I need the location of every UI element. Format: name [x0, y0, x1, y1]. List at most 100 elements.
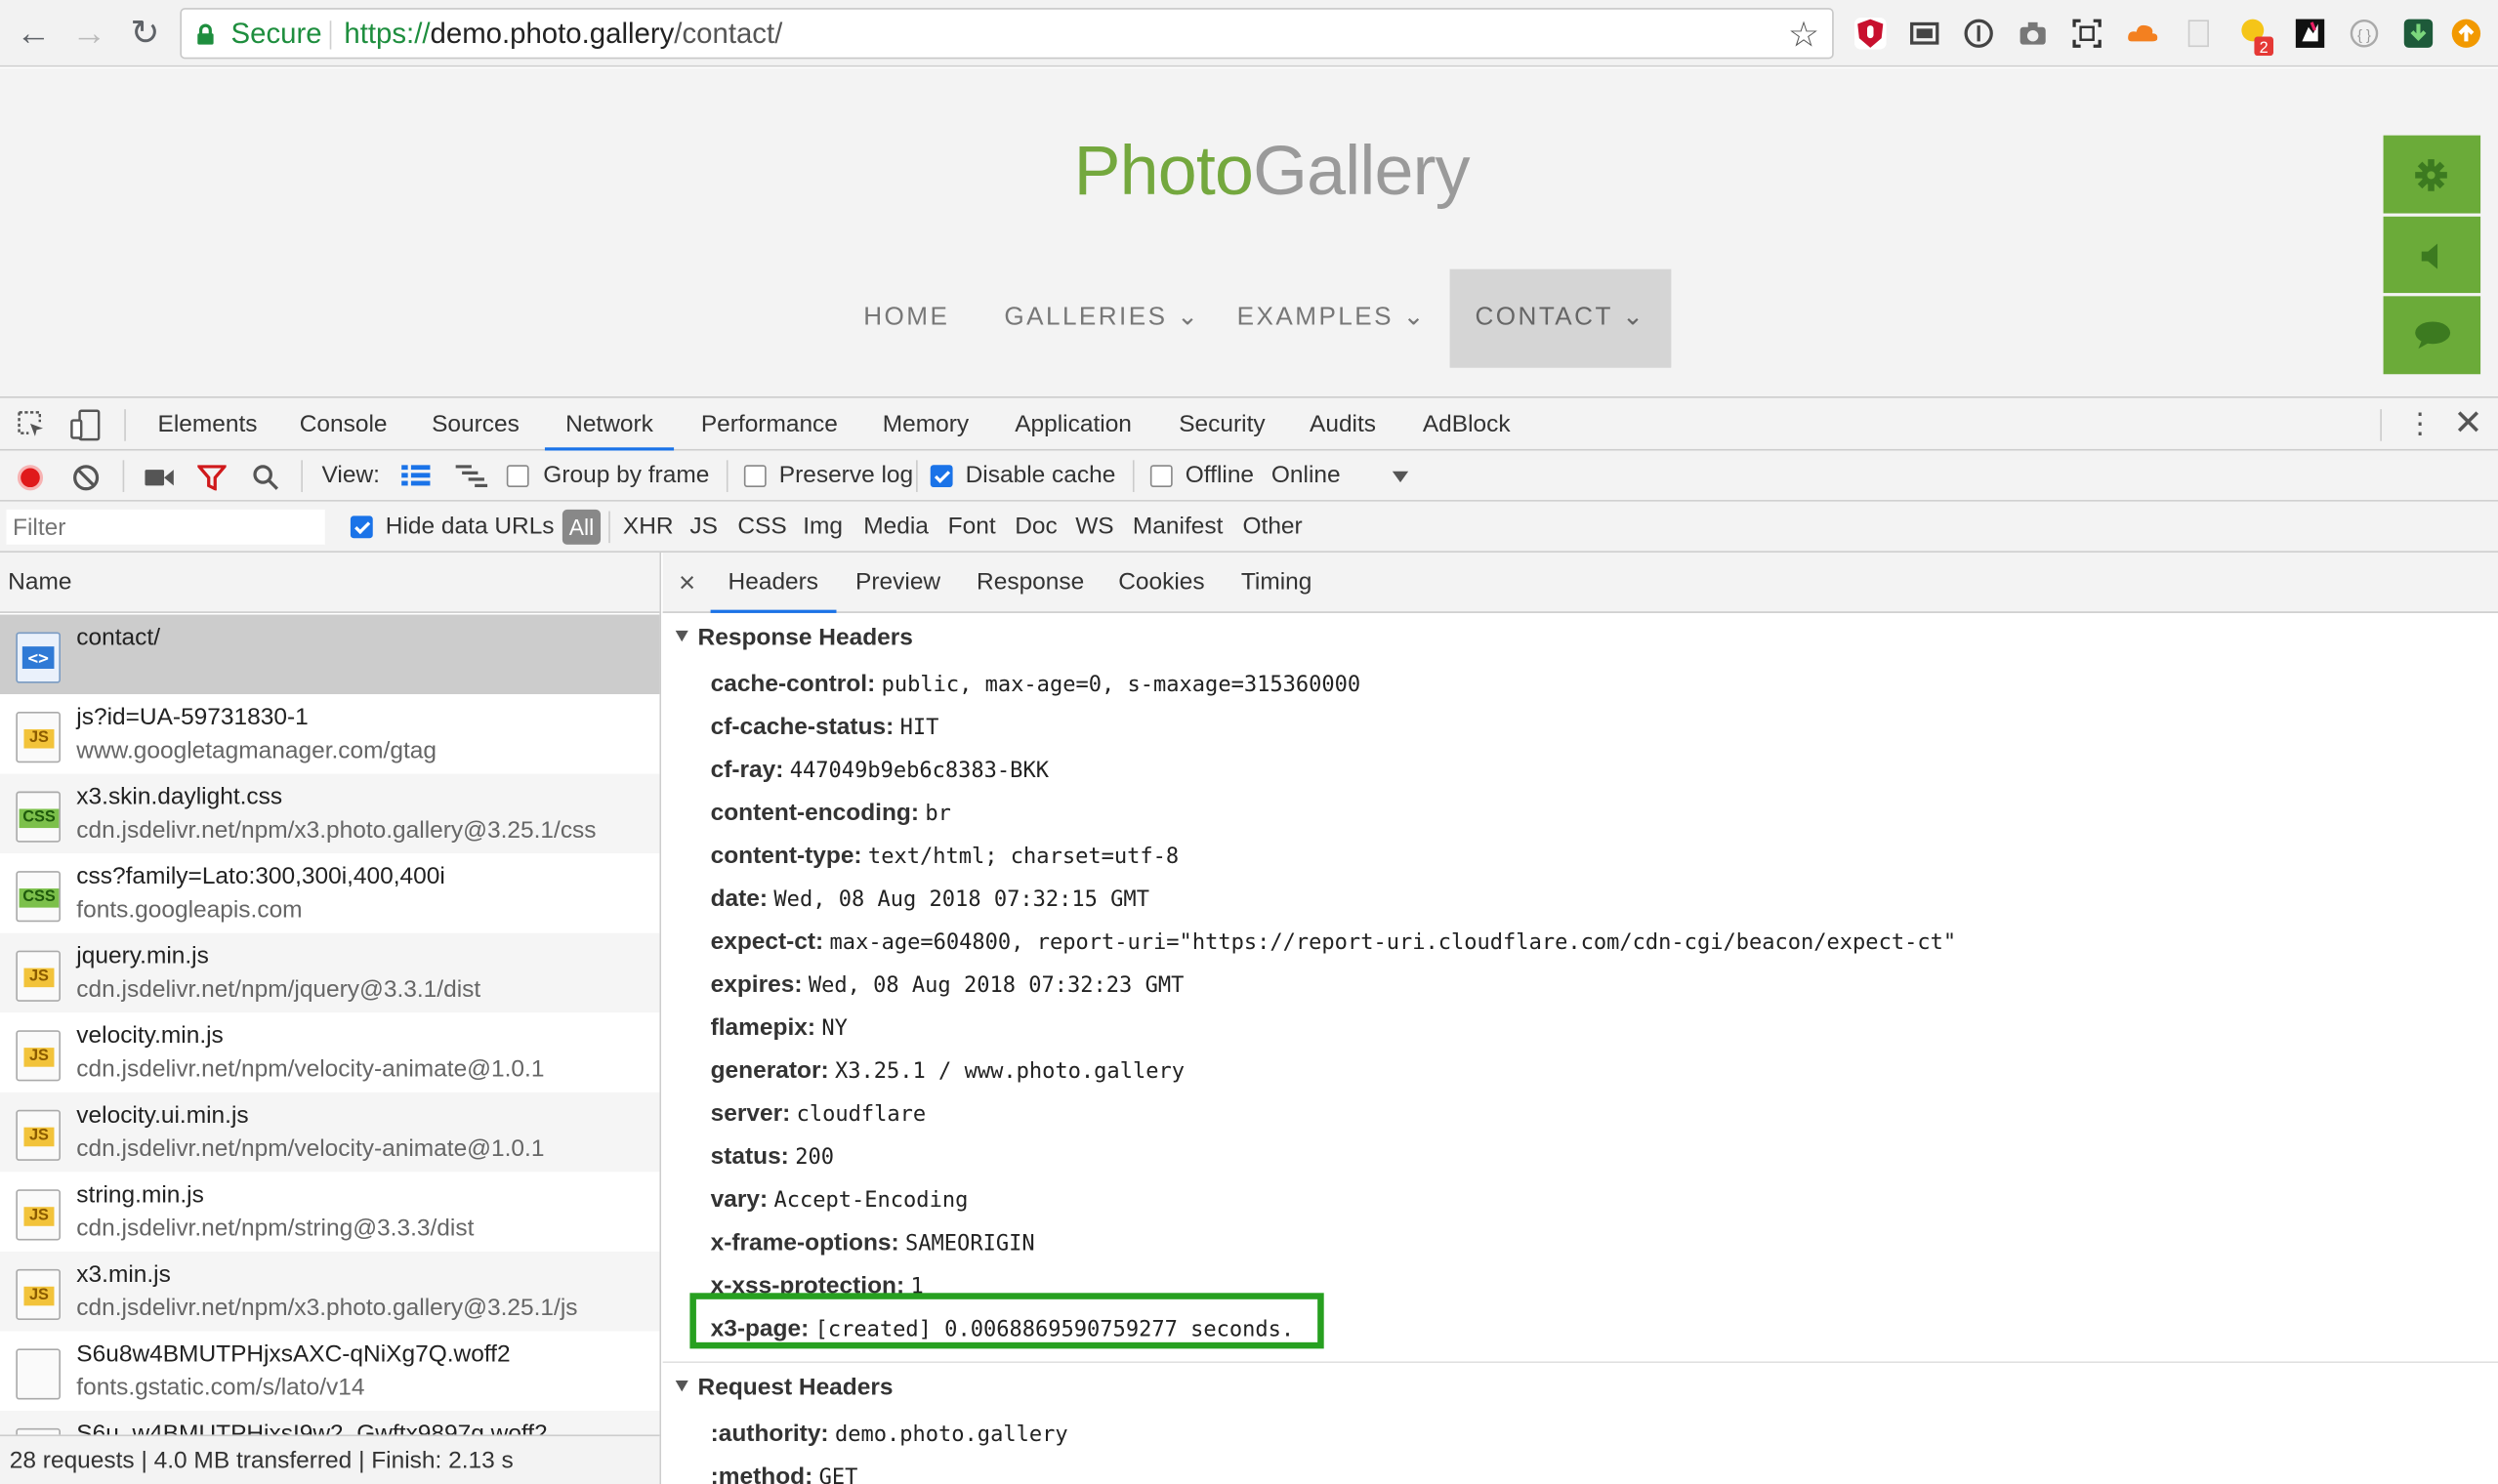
site-logo[interactable]: PhotoGallery: [1074, 132, 1471, 212]
nav-contact[interactable]: CONTACT ⌄: [1449, 268, 1672, 368]
tab-response[interactable]: Response: [977, 553, 1084, 613]
tab-cookies[interactable]: Cookies: [1118, 553, 1204, 613]
throttle-select[interactable]: Online: [1271, 451, 1341, 502]
url-text[interactable]: https://demo.photo.gallery/contact/: [344, 18, 782, 51]
update-arrow-icon[interactable]: [2450, 18, 2482, 50]
tab-network[interactable]: Network: [544, 398, 675, 451]
filter-type-js[interactable]: JS: [689, 502, 718, 553]
forward-arrow-icon[interactable]: →: [70, 14, 108, 53]
filter-type-doc[interactable]: Doc: [1015, 502, 1058, 553]
request-headers-title: Request Headers: [697, 1374, 894, 1402]
cast-icon[interactable]: [1908, 18, 1940, 50]
filter-funnel-icon[interactable]: [197, 465, 227, 491]
search-icon[interactable]: [252, 464, 280, 492]
record-icon[interactable]: [17, 465, 44, 491]
tab-preview[interactable]: Preview: [855, 553, 940, 613]
filter-type-font[interactable]: Font: [948, 502, 996, 553]
request-row[interactable]: <> contact/: [0, 614, 660, 695]
tab-headers[interactable]: Headers: [710, 553, 837, 613]
bookmark-star-icon[interactable]: ☆: [1788, 15, 1819, 56]
chat-button[interactable]: [2383, 296, 2481, 375]
filter-type-media[interactable]: Media: [863, 502, 929, 553]
svg-text:{ }: { }: [2357, 28, 2371, 44]
disable-cache-label: Disable cache: [965, 461, 1116, 489]
network-toolbar: View: Group by frame Preserve log Disabl…: [0, 450, 2498, 502]
more-options-icon[interactable]: ⋮: [2405, 408, 2434, 440]
request-row[interactable]: JS jquery.min.js cdn.jsdelivr.net/npm/jq…: [0, 932, 660, 1013]
tab-security[interactable]: Security: [1179, 398, 1265, 451]
tab-memory[interactable]: Memory: [883, 398, 969, 451]
tab-audits[interactable]: Audits: [1310, 398, 1376, 451]
group-by-frame-label: Group by frame: [543, 461, 710, 489]
lightbulb-badge-icon[interactable]: 2: [2236, 18, 2274, 57]
tab-timing[interactable]: Timing: [1241, 553, 1312, 613]
request-row[interactable]: JS velocity.ui.min.js cdn.jsdelivr.net/n…: [0, 1092, 660, 1173]
audio-button[interactable]: [2383, 216, 2481, 294]
tab-application[interactable]: Application: [1015, 398, 1132, 451]
info-circle-icon[interactable]: [1963, 18, 1995, 50]
group-by-frame-checkbox[interactable]: [506, 465, 529, 488]
throttle-dropdown-arrow-icon[interactable]: [1392, 471, 1409, 483]
camera-icon[interactable]: [2017, 18, 2049, 50]
request-row[interactable]: JS string.min.js cdn.jsdelivr.net/npm/st…: [0, 1172, 660, 1252]
tab-elements[interactable]: Elements: [158, 398, 258, 451]
large-rows-icon[interactable]: [401, 465, 431, 487]
request-headers-toggle[interactable]: Request Headers: [675, 1374, 894, 1402]
logo-part-gallery: Gallery: [1253, 132, 1470, 211]
disable-cache-checkbox[interactable]: [930, 465, 953, 488]
reload-icon[interactable]: ↻: [126, 14, 164, 53]
request-row[interactable]: S6u_w4BMUTPHjxsI9w2_Gwftx9897g.woff2: [0, 1410, 660, 1435]
hide-data-urls-checkbox[interactable]: [350, 515, 373, 539]
tab-sources[interactable]: Sources: [432, 398, 520, 451]
request-name: contact/: [76, 624, 161, 652]
request-row[interactable]: CSS css?family=Lato:300,300i,400,400i fo…: [0, 853, 660, 933]
tab-performance[interactable]: Performance: [701, 398, 838, 451]
cloud-icon[interactable]: [2125, 18, 2158, 50]
filter-type-xhr[interactable]: XHR: [623, 502, 674, 553]
nav-examples[interactable]: EXAMPLES ⌄: [1229, 269, 1434, 368]
circle-code-icon[interactable]: { }: [2349, 18, 2381, 50]
request-row[interactable]: JS velocity.min.js cdn.jsdelivr.net/npm/…: [0, 1012, 660, 1092]
filter-type-manifest[interactable]: Manifest: [1133, 502, 1224, 553]
back-arrow-icon[interactable]: ←: [15, 14, 53, 53]
unicorn-icon[interactable]: [2294, 18, 2326, 50]
tab-console[interactable]: Console: [300, 398, 388, 451]
column-header-name[interactable]: Name: [0, 552, 660, 613]
svg-text:2: 2: [2260, 39, 2269, 56]
filter-type-img[interactable]: Img: [803, 502, 843, 553]
request-name: css?family=Lato:300,300i,400,400i: [76, 862, 445, 890]
address-bar[interactable]: Secure https://demo.photo.gallery/contac…: [180, 8, 1834, 60]
nav-galleries[interactable]: GALLERIES ⌄: [1001, 269, 1205, 368]
request-detail-pane: × Headers Preview Response Cookies Timin…: [662, 552, 2498, 1484]
preserve-log-checkbox[interactable]: [743, 465, 767, 488]
request-row[interactable]: S6u8w4BMUTPHjxsAXC-qNiXg7Q.woff2 fonts.g…: [0, 1331, 660, 1411]
request-row[interactable]: JS x3.min.js cdn.jsdelivr.net/npm/x3.pho…: [0, 1251, 660, 1332]
settings-button[interactable]: [2383, 135, 2481, 214]
device-toolbar-icon[interactable]: [70, 409, 103, 441]
filter-type-all[interactable]: All: [562, 509, 602, 545]
response-headers-toggle[interactable]: Response Headers: [675, 624, 913, 651]
download-icon[interactable]: [2402, 18, 2435, 50]
nav-home[interactable]: HOME: [838, 269, 975, 368]
ublock-icon[interactable]: [1853, 17, 1887, 50]
filter-type-ws[interactable]: WS: [1075, 502, 1113, 553]
video-camera-icon[interactable]: [144, 467, 176, 489]
screenshot-frame-icon[interactable]: [2071, 18, 2103, 50]
close-devtools-icon[interactable]: ✕: [2453, 403, 2482, 442]
detail-tab-bar: × Headers Preview Response Cookies Timin…: [662, 552, 2498, 613]
filter-input[interactable]: [6, 509, 325, 545]
offline-checkbox[interactable]: [1149, 465, 1173, 488]
filter-type-other[interactable]: Other: [1242, 502, 1302, 553]
inspect-element-icon[interactable]: [18, 411, 46, 439]
request-row[interactable]: JS js?id=UA-59731830-1 www.googletagmana…: [0, 694, 660, 774]
tab-adblock[interactable]: AdBlock: [1423, 398, 1511, 451]
request-list: Name <> contact/ JS js?id=UA-59731830-1 …: [0, 552, 662, 1484]
request-row[interactable]: CSS x3.skin.daylight.css cdn.jsdelivr.ne…: [0, 773, 660, 854]
waterfall-icon[interactable]: [455, 465, 488, 488]
filter-type-css[interactable]: CSS: [737, 502, 786, 553]
page-icon[interactable]: [2183, 18, 2215, 50]
clear-icon[interactable]: [71, 464, 100, 492]
request-domain: cdn.jsdelivr.net/npm/x3.photo.gallery@3.…: [76, 816, 597, 845]
js-file-icon: JS: [16, 1189, 61, 1241]
close-detail-icon[interactable]: ×: [679, 553, 695, 613]
